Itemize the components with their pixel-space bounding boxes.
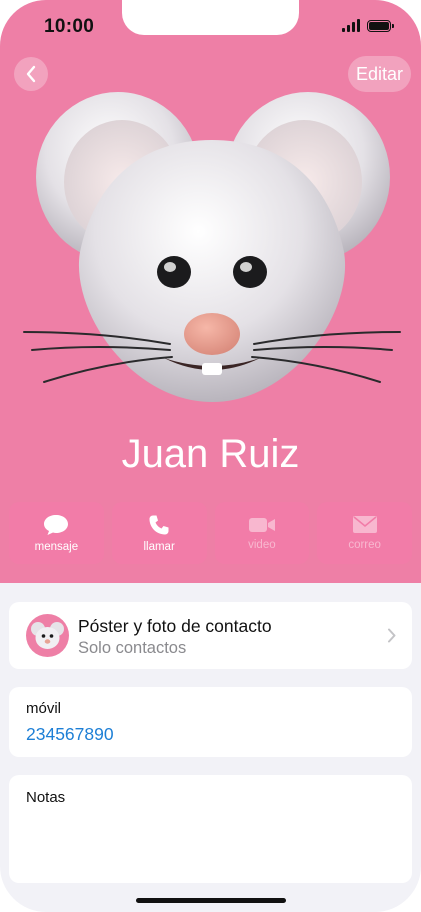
status-time: 10:00: [44, 16, 95, 37]
mail-envelope-icon: [352, 516, 377, 533]
phone-icon: [149, 515, 169, 534]
video-camera-icon: [248, 517, 275, 532]
message-bubble-icon: [44, 514, 69, 535]
contact-hero: 10:00 Editar Juan Ruiz mensaje llamar vi…: [0, 0, 421, 583]
device-notch: [122, 0, 299, 35]
phone-label: móvil: [26, 700, 62, 717]
video-action-button: video: [214, 502, 310, 564]
chevron-left-icon: [26, 65, 36, 83]
status-indicators: [342, 19, 394, 32]
quick-actions-row: mensaje llamar video correo: [9, 502, 412, 564]
chevron-right-icon: [388, 628, 396, 643]
contact-detail-screen: 10:00 Editar Juan Ruiz mensaje llamar vi…: [0, 0, 421, 912]
notes-card[interactable]: Notas: [9, 775, 412, 883]
poster-subtitle: Solo contactos: [78, 639, 187, 657]
notes-label: Notas: [26, 789, 66, 806]
message-action-label: mensaje: [34, 540, 79, 553]
contact-name: Juan Ruiz: [121, 432, 300, 476]
contact-avatar: [26, 614, 69, 657]
home-indicator[interactable]: [136, 898, 286, 903]
video-action-label: video: [248, 538, 276, 551]
phone-number-card: móvil 234567890: [9, 687, 412, 757]
mail-action-button: correo: [317, 502, 412, 564]
message-action-button[interactable]: mensaje: [9, 502, 104, 564]
mail-action-label: correo: [348, 539, 381, 551]
call-action-label: llamar: [143, 540, 175, 553]
phone-number-link[interactable]: 234567890: [26, 724, 114, 745]
battery-icon: [367, 19, 394, 32]
mouse-memoji-avatar: [23, 92, 401, 402]
call-action-button[interactable]: llamar: [111, 502, 207, 564]
cellular-signal-icon: [342, 19, 360, 32]
poster-title: Póster y foto de contacto: [78, 616, 272, 636]
poster-photo-row[interactable]: Póster y foto de contacto Solo contactos: [9, 602, 412, 669]
